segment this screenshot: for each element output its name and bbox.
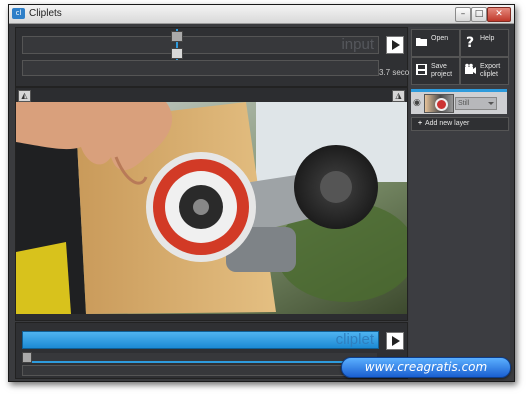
- title-bar: cl Cliplets – □ ✕: [9, 5, 514, 24]
- cliplet-timeline[interactable]: cliplet: [22, 331, 379, 349]
- layer-thumbnail-wheel: [435, 98, 448, 111]
- play-cliplet-button[interactable]: [386, 332, 404, 350]
- open-label: Open: [431, 35, 449, 42]
- folder-icon: [416, 38, 427, 46]
- export-label: Export cliplet: [480, 63, 501, 78]
- save-label: Save project: [431, 63, 453, 78]
- maximize-button[interactable]: □: [471, 7, 487, 22]
- play-input-button[interactable]: [386, 36, 404, 54]
- layer-thumbnail: [424, 94, 454, 113]
- minimize-button[interactable]: –: [455, 7, 471, 22]
- layer-item[interactable]: ◉ Still: [411, 89, 507, 114]
- export-cliplet-button[interactable]: Export cliplet: [460, 57, 509, 85]
- add-layer-label: Add new layer: [425, 120, 470, 127]
- watermark-text: www.creagratis.com: [364, 360, 488, 374]
- eye-icon[interactable]: ◉: [413, 98, 421, 108]
- cliplet-seek-bar[interactable]: [22, 352, 377, 363]
- help-icon: ?: [466, 35, 474, 48]
- cliplet-seek-handle[interactable]: [22, 352, 32, 363]
- camera-icon: [465, 63, 476, 74]
- playhead-handle[interactable]: [171, 48, 183, 59]
- close-button[interactable]: ✕: [487, 7, 511, 22]
- cliplet-label: cliplet: [335, 331, 374, 348]
- input-timeline[interactable]: input: [22, 29, 379, 65]
- help-label: Help: [480, 35, 495, 42]
- mask-icon[interactable]: ◭: [18, 90, 31, 102]
- help-button[interactable]: ? Help: [460, 29, 509, 57]
- input-label: input: [341, 36, 374, 53]
- save-icon: [416, 64, 427, 75]
- cliplets-app-icon: cl: [12, 8, 25, 19]
- app-window: cl Cliplets – □ ✕ input 3.7 seconds ◭ ◮: [8, 4, 515, 382]
- right-panel: Open ? Help Save project Export cliplet: [409, 27, 510, 375]
- layer-type-dropdown[interactable]: Still: [455, 97, 497, 110]
- window-title: Cliplets: [29, 8, 62, 19]
- mask-icon[interactable]: ◮: [392, 90, 405, 102]
- range-start-handle[interactable]: [171, 31, 183, 42]
- open-button[interactable]: Open: [411, 29, 460, 57]
- input-seek-bar[interactable]: [22, 60, 379, 76]
- add-layer-button[interactable]: + Add new layer: [411, 117, 509, 131]
- svg-text:?: ?: [466, 35, 474, 48]
- watermark-badge: www.creagratis.com: [341, 357, 511, 378]
- plus-icon: +: [417, 120, 423, 127]
- input-panel: input 3.7 seconds: [15, 27, 422, 87]
- video-frame[interactable]: [16, 102, 407, 314]
- video-stage: ◭ ◮: [15, 87, 408, 321]
- skateboard-photo: [16, 102, 407, 314]
- save-project-button[interactable]: Save project: [411, 57, 460, 85]
- cliplet-secondary-bar[interactable]: [22, 365, 379, 376]
